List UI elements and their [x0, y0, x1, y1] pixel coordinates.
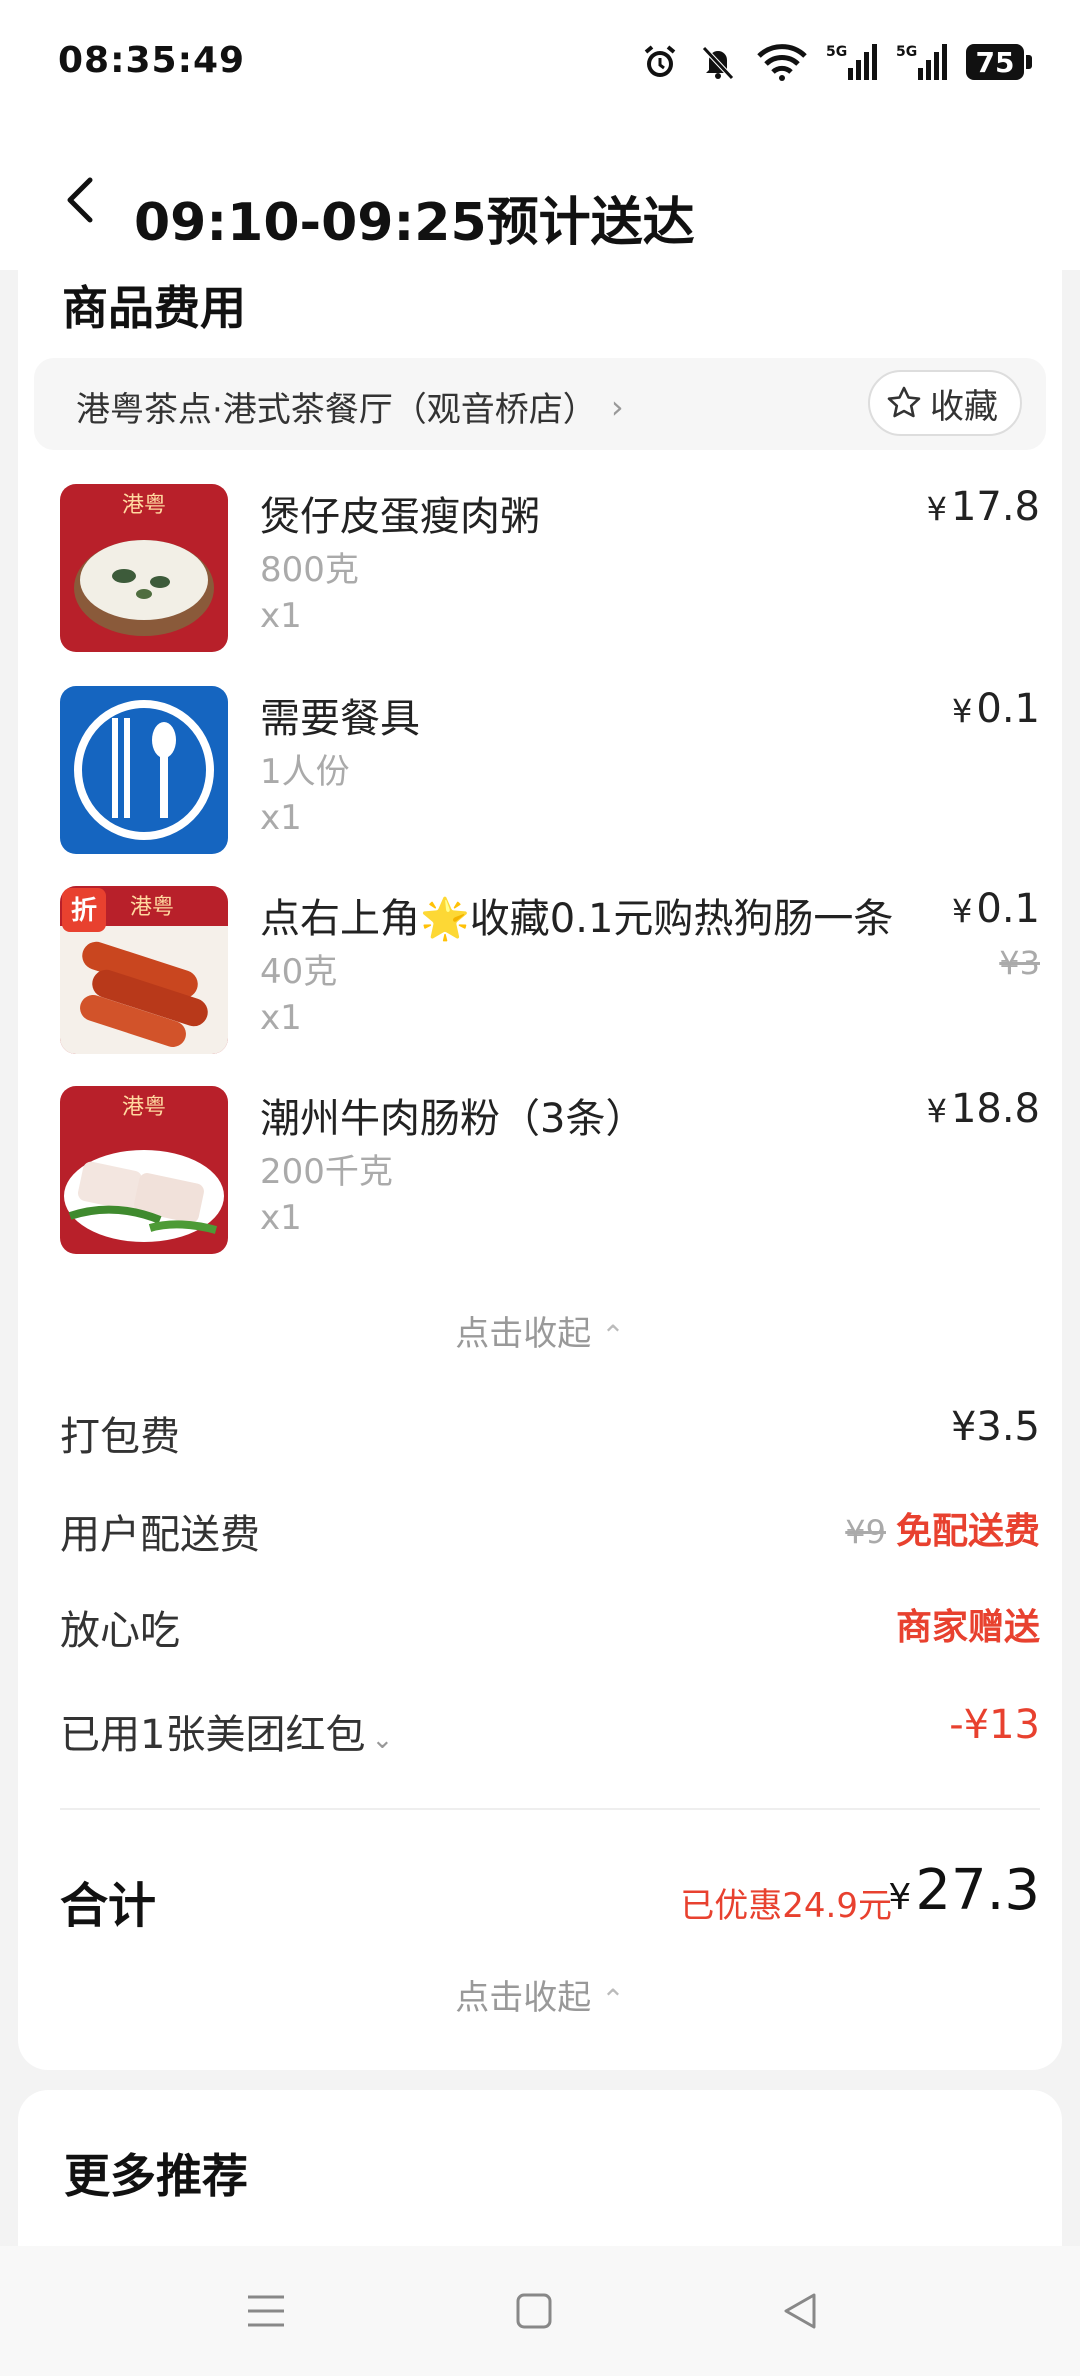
favorite-label: 收藏 — [930, 386, 998, 427]
fee-value: ¥9 免配送费 — [845, 1502, 1040, 1554]
chevron-right-icon: › — [610, 387, 624, 426]
star-icon — [887, 386, 921, 418]
fee-label: 打包费 — [60, 1414, 180, 1460]
item-name: 需要餐具 — [260, 696, 420, 742]
svg-text:5G: 5G — [896, 44, 917, 60]
item-name: 煲仔皮蛋瘦肉粥 — [260, 494, 540, 540]
item-price: ¥0.1 — [952, 886, 1040, 932]
svg-text:港粤: 港粤 — [130, 895, 174, 920]
page-title: 09:10-09:25预计送达 — [134, 193, 695, 253]
item-thumbnail: 港粤 — [60, 484, 228, 652]
nav-back-button[interactable] — [770, 2286, 830, 2336]
item-qty: x1 — [260, 596, 302, 636]
coupon-value: -¥13 — [949, 1702, 1040, 1748]
item-qty: x1 — [260, 798, 302, 838]
recommendation-card: 更多推荐 — [18, 2090, 1062, 2250]
assurance-row: 放心吃 商家赠送 — [60, 1598, 1040, 1658]
back-triangle-icon — [784, 2293, 816, 2329]
chevron-up-icon: ⌃ — [601, 1983, 625, 2016]
original-delivery-fee: ¥9 — [845, 1513, 886, 1551]
menu-icon — [248, 2295, 284, 2327]
battery-icon: 75 — [966, 44, 1032, 80]
item-price: ¥18.8 — [926, 1086, 1040, 1132]
cutlery-icon — [60, 686, 228, 854]
list-item[interactable]: 港粤 折 点右上角🌟收藏0.1元购热狗肠一条 40克 x1 ¥0.1 ¥3 — [60, 886, 1040, 1056]
svg-text:港粤: 港粤 — [122, 493, 166, 518]
collapse-fees-button[interactable]: 点击收起 ⌃ — [18, 1970, 1062, 2019]
collapse-label: 点击收起 — [455, 1978, 592, 2018]
svg-text:港粤: 港粤 — [122, 1095, 166, 1120]
mute-bell-icon — [698, 38, 738, 86]
item-name: 点右上角🌟收藏0.1元购热狗肠一条 — [260, 896, 894, 942]
item-price: ¥0.1 — [952, 686, 1040, 732]
home-button[interactable] — [504, 2286, 564, 2336]
store-link[interactable]: 港粤茶点·港式茶餐厅（观音桥店） › — [76, 382, 624, 431]
status-bar: 08:35:49 5G 5G 75 — [0, 0, 1080, 130]
list-item[interactable]: 港粤 潮州牛肉肠粉（3条） 200千克 x1 ¥18.8 — [60, 1086, 1040, 1256]
store-name: 港粤茶点·港式茶餐厅（观音桥店） — [76, 390, 597, 430]
svg-text:折: 折 — [71, 896, 97, 926]
total-discount: 已优惠24.9元 — [680, 1886, 892, 1926]
item-spec: 40克 — [260, 952, 338, 992]
coupon-row[interactable]: 已用1张美团红包 ⌄ -¥13 — [60, 1702, 1040, 1762]
recommendation-title: 更多推荐 — [64, 2149, 248, 2203]
collapse-items-button[interactable]: 点击收起 ⌃ — [18, 1306, 1062, 1355]
fee-label: 放心吃 — [60, 1608, 180, 1654]
page-header: 09:10-09:25预计送达 — [0, 130, 1080, 270]
item-qty: x1 — [260, 998, 302, 1038]
status-icons: 5G 5G 75 — [640, 38, 1032, 86]
total-value: ¥27.3 — [888, 1858, 1040, 1923]
coupon-label[interactable]: 已用1张美团红包 ⌄ — [60, 1702, 393, 1760]
wifi-icon — [756, 38, 808, 86]
back-button[interactable] — [50, 170, 110, 230]
status-time: 08:35:49 — [58, 40, 246, 81]
chevron-up-icon: ⌃ — [601, 1319, 625, 1352]
fee-label: 用户配送费 — [60, 1512, 260, 1558]
list-item[interactable]: 港粤 煲仔皮蛋瘦肉粥 800克 x1 ¥17.8 — [60, 484, 1040, 654]
collapse-label: 点击收起 — [455, 1314, 592, 1354]
total-label: 合计 — [60, 1878, 157, 1934]
menu-button[interactable] — [236, 2286, 296, 2336]
item-spec: 1人份 — [260, 752, 350, 792]
alarm-icon — [640, 38, 680, 86]
packing-fee-row: 打包费 ¥3.5 — [60, 1404, 1040, 1464]
item-spec: 200千克 — [260, 1152, 393, 1192]
back-arrow-icon — [67, 177, 93, 223]
store-bar[interactable]: 港粤茶点·港式茶餐厅（观音桥店） › 收藏 — [34, 358, 1046, 450]
item-price: ¥17.8 — [926, 484, 1040, 530]
fee-card: 商品费用 港粤茶点·港式茶餐厅（观音桥店） › 收藏 港粤 煲仔皮蛋瘦肉粥 80… — [18, 262, 1062, 2070]
signal-5g-icon: 5G — [826, 38, 878, 86]
svg-text:5G: 5G — [826, 44, 847, 60]
fee-value: ¥3.5 — [950, 1404, 1040, 1450]
system-nav-bar — [0, 2246, 1080, 2376]
merchant-gift-label: 商家赠送 — [895, 1607, 1040, 1648]
battery-level: 75 — [966, 44, 1024, 80]
item-thumbnail: 港粤 — [60, 1086, 228, 1254]
section-title: 商品费用 — [62, 281, 246, 335]
delivery-fee-row: 用户配送费 ¥9 免配送费 — [60, 1502, 1040, 1562]
list-item[interactable]: 需要餐具 1人份 x1 ¥0.1 — [60, 686, 1040, 856]
item-name: 潮州牛肉肠粉（3条） — [260, 1096, 646, 1142]
item-thumbnail: 港粤 折 — [60, 886, 228, 1054]
item-spec: 800克 — [260, 550, 359, 590]
item-qty: x1 — [260, 1198, 302, 1238]
signal-5g-icon: 5G — [896, 38, 948, 86]
divider — [60, 1808, 1040, 1810]
home-icon — [516, 2293, 552, 2329]
item-original-price: ¥3 — [999, 944, 1040, 982]
chevron-down-icon: ⌄ — [371, 1725, 394, 1755]
favorite-button[interactable]: 收藏 — [868, 370, 1022, 436]
free-delivery-label: 免配送费 — [895, 1511, 1040, 1552]
